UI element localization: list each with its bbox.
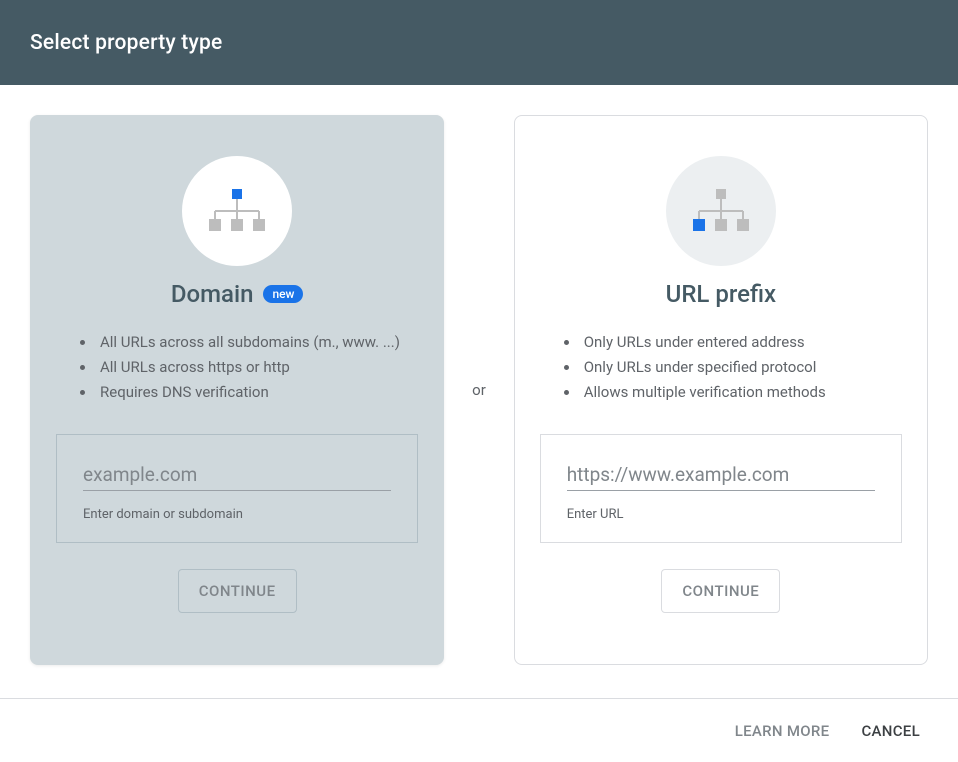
new-badge: new xyxy=(263,285,303,303)
bullet-item: Requires DNS verification xyxy=(96,380,418,405)
property-card-domain[interactable]: Domain new All URLs across all subdomain… xyxy=(30,115,444,665)
bullet-item: Only URLs under entered address xyxy=(580,330,902,355)
dialog-content: Domain new All URLs across all subdomain… xyxy=(0,85,958,665)
url-prefix-input-helper: Enter URL xyxy=(567,507,875,522)
url-prefix-sitemap-icon xyxy=(666,156,776,266)
url-prefix-bullets: Only URLs under entered address Only URL… xyxy=(540,330,902,404)
url-prefix-input[interactable] xyxy=(567,459,875,491)
bullet-item: All URLs across all subdomains (m., www.… xyxy=(96,330,418,355)
continue-button-url-prefix[interactable]: CONTINUE xyxy=(661,569,780,613)
bullet-item: Only URLs under specified protocol xyxy=(580,355,902,380)
or-separator: or xyxy=(459,381,498,399)
bullet-item: All URLs across https or http xyxy=(96,355,418,380)
learn-more-button[interactable]: LEARN MORE xyxy=(735,722,830,740)
url-prefix-input-box: Enter URL xyxy=(540,434,902,543)
continue-button-domain[interactable]: CONTINUE xyxy=(178,569,297,613)
dialog-footer: LEARN MORE CANCEL xyxy=(0,698,958,762)
domain-sitemap-icon xyxy=(182,156,292,266)
card-title-row: Domain new xyxy=(171,280,304,308)
card-title-domain: Domain xyxy=(171,280,254,308)
bullet-item: Allows multiple verification methods xyxy=(580,380,902,405)
dialog-title: Select property type xyxy=(30,31,222,55)
card-title-row: URL prefix xyxy=(666,280,776,308)
domain-input-helper: Enter domain or subdomain xyxy=(83,507,391,522)
card-title-url-prefix: URL prefix xyxy=(666,280,776,308)
property-card-url-prefix[interactable]: URL prefix Only URLs under entered addre… xyxy=(514,115,928,665)
dialog-header: Select property type xyxy=(0,0,958,85)
domain-input[interactable] xyxy=(83,459,391,491)
cancel-button[interactable]: CANCEL xyxy=(861,722,920,740)
domain-bullets: All URLs across all subdomains (m., www.… xyxy=(56,330,418,404)
domain-input-box: Enter domain or subdomain xyxy=(56,434,418,543)
